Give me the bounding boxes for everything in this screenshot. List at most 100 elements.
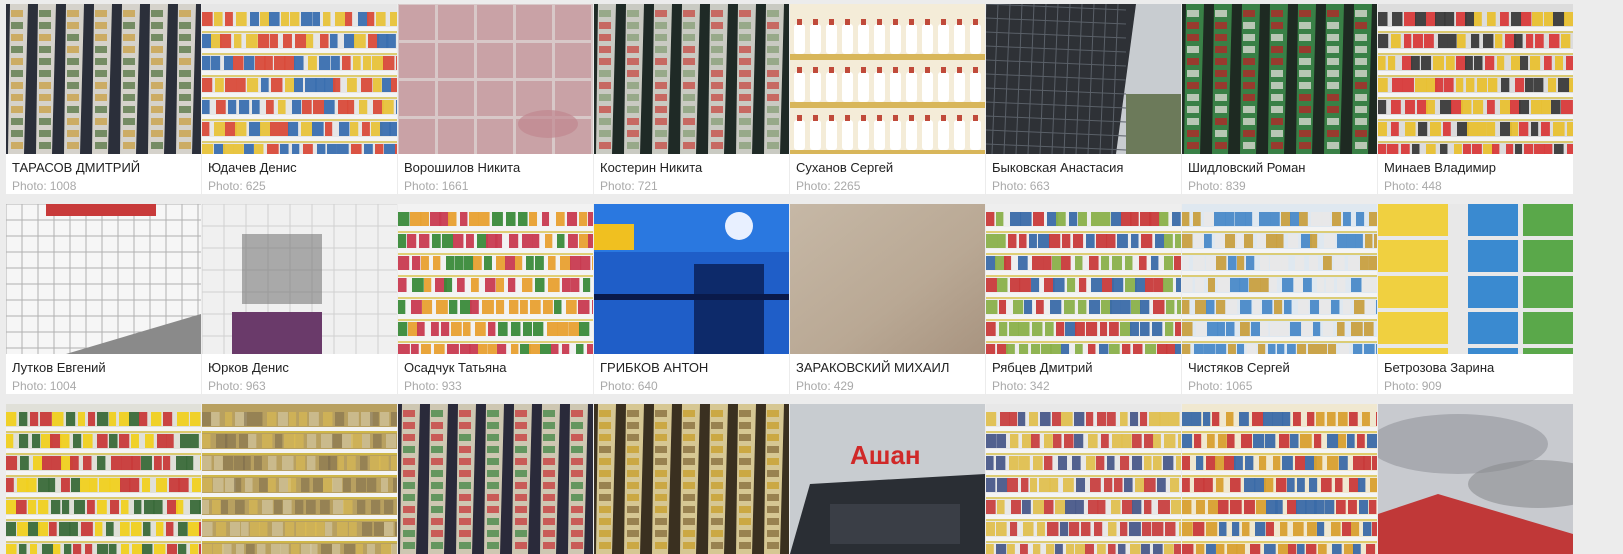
photo-count: Photo: 1065 xyxy=(1182,376,1377,394)
photo-thumbnail[interactable] xyxy=(986,4,1181,154)
photo-thumbnail[interactable] xyxy=(594,4,789,154)
photo-count-value: 2265 xyxy=(833,179,861,193)
photographer-name[interactable]: Ворошилов Никита xyxy=(398,154,593,176)
photo-count: Photo: 1661 xyxy=(398,176,593,194)
photographer-name[interactable]: Костерин Никита xyxy=(594,154,789,176)
photo-count: Photo: 342 xyxy=(986,376,1181,394)
photo-card[interactable] xyxy=(986,404,1181,554)
photo-thumbnail[interactable] xyxy=(1182,204,1377,354)
photo-thumbnail[interactable] xyxy=(202,204,397,354)
photo-thumbnail[interactable] xyxy=(6,4,201,154)
photo-card[interactable]: Минаев Владимир Photo: 448 xyxy=(1378,4,1573,194)
photo-count-value: 625 xyxy=(245,179,266,193)
photo-count: Photo: 625 xyxy=(202,176,397,194)
photo-thumbnail[interactable] xyxy=(6,404,201,554)
photographer-name[interactable]: Осадчук Татьяна xyxy=(398,354,593,376)
photo-count: Photo: 909 xyxy=(1378,376,1573,394)
photographer-name[interactable]: Минаев Владимир xyxy=(1378,154,1573,176)
photo-count: Photo: 839 xyxy=(1182,176,1377,194)
photo-thumbnail[interactable] xyxy=(398,4,593,154)
photo-count: Photo: 721 xyxy=(594,176,789,194)
photo-card[interactable] xyxy=(594,404,789,554)
photo-count: Photo: 1008 xyxy=(6,176,201,194)
photographer-name[interactable]: ЗАРАКОВСКИЙ МИХАИЛ xyxy=(790,354,985,376)
photo-thumbnail[interactable] xyxy=(790,204,985,354)
photo-count-value: 933 xyxy=(441,379,462,393)
photographer-name[interactable]: Быковская Анастасия xyxy=(986,154,1181,176)
photographer-name[interactable]: Юдачев Денис xyxy=(202,154,397,176)
photo-card[interactable]: Рябцев Дмитрий Photo: 342 xyxy=(986,204,1181,394)
photo-card[interactable] xyxy=(6,404,201,554)
photo-thumbnail[interactable] xyxy=(986,204,1181,354)
photographer-name[interactable]: ГРИБКОВ АНТОН xyxy=(594,354,789,376)
photo-thumbnail[interactable] xyxy=(1378,404,1573,554)
photo-count-label: Photo: xyxy=(208,379,243,393)
photo-count-label: Photo: xyxy=(796,179,831,193)
photo-count: Photo: 640 xyxy=(594,376,789,394)
photo-card[interactable]: Ворошилов Никита Photo: 1661 xyxy=(398,4,593,194)
photo-card[interactable]: Костерин Никита Photo: 721 xyxy=(594,4,789,194)
photo-count-label: Photo: xyxy=(600,179,635,193)
photo-card[interactable]: Бетрозова Зарина Photo: 909 xyxy=(1378,204,1573,394)
photo-card[interactable] xyxy=(1182,404,1377,554)
photographer-name[interactable]: Бетрозова Зарина xyxy=(1378,354,1573,376)
photo-count: Photo: 2265 xyxy=(790,176,985,194)
photographer-name[interactable]: Юрков Денис xyxy=(202,354,397,376)
photo-card[interactable]: Быковская Анастасия Photo: 663 xyxy=(986,4,1181,194)
photo-thumbnail[interactable] xyxy=(202,4,397,154)
photo-card[interactable]: ТАРАСОВ ДМИТРИЙ Photo: 1008 xyxy=(6,4,201,194)
photo-card[interactable]: Юрков Денис Photo: 963 xyxy=(202,204,397,394)
photographer-name[interactable]: Лутков Евгений xyxy=(6,354,201,376)
photo-card[interactable]: ГРИБКОВ АНТОН Photo: 640 xyxy=(594,204,789,394)
photo-count-value: 839 xyxy=(1225,179,1246,193)
photo-card[interactable] xyxy=(1378,404,1573,554)
photo-thumbnail[interactable] xyxy=(1182,404,1377,554)
photo-count-value: 448 xyxy=(1421,179,1442,193)
photo-card[interactable]: Юдачев Денис Photo: 625 xyxy=(202,4,397,194)
photo-thumbnail[interactable] xyxy=(1378,4,1573,154)
photographer-name[interactable]: Шидловский Роман xyxy=(1182,154,1377,176)
photo-count-value: 1065 xyxy=(1225,379,1253,393)
photo-count-value: 909 xyxy=(1421,379,1442,393)
photo-thumbnail[interactable]: Ашан xyxy=(790,404,985,554)
photo-count-value: 1008 xyxy=(49,179,77,193)
photo-count-label: Photo: xyxy=(1188,179,1223,193)
photo-card[interactable]: Шидловский Роман Photo: 839 xyxy=(1182,4,1377,194)
photo-count: Photo: 933 xyxy=(398,376,593,394)
photo-thumbnail[interactable] xyxy=(790,4,985,154)
photo-count: Photo: 663 xyxy=(986,176,1181,194)
photo-count-label: Photo: xyxy=(208,179,243,193)
photo-count-value: 1661 xyxy=(441,179,469,193)
photo-card[interactable] xyxy=(202,404,397,554)
photo-count-value: 429 xyxy=(833,379,854,393)
photographer-name[interactable]: Чистяков Сергей xyxy=(1182,354,1377,376)
photographer-name[interactable]: Рябцев Дмитрий xyxy=(986,354,1181,376)
photo-count-label: Photo: xyxy=(1384,379,1419,393)
photo-card[interactable]: ЗАРАКОВСКИЙ МИХАИЛ Photo: 429 xyxy=(790,204,985,394)
photo-count-label: Photo: xyxy=(600,379,635,393)
photo-card[interactable]: Суханов Сергей Photo: 2265 xyxy=(790,4,985,194)
photo-card[interactable] xyxy=(398,404,593,554)
photo-count-value: 663 xyxy=(1029,179,1050,193)
photo-grid: ТАРАСОВ ДМИТРИЙ Photo: 1008 Юдачев Денис Pho… xyxy=(0,0,1623,554)
photo-count-label: Photo: xyxy=(12,179,47,193)
photo-thumbnail[interactable] xyxy=(986,404,1181,554)
photographer-name[interactable]: ТАРАСОВ ДМИТРИЙ xyxy=(6,154,201,176)
photo-card[interactable]: Ашан xyxy=(790,404,985,554)
photo-thumbnail[interactable] xyxy=(6,204,201,354)
photo-count-value: 342 xyxy=(1029,379,1050,393)
photo-card[interactable]: Чистяков Сергей Photo: 1065 xyxy=(1182,204,1377,394)
photo-thumbnail[interactable] xyxy=(202,404,397,554)
photo-thumbnail[interactable] xyxy=(398,404,593,554)
photo-thumbnail[interactable] xyxy=(1182,4,1377,154)
photo-count: Photo: 963 xyxy=(202,376,397,394)
photo-thumbnail[interactable] xyxy=(594,204,789,354)
photo-thumbnail[interactable] xyxy=(594,404,789,554)
photo-card[interactable]: Осадчук Татьяна Photo: 933 xyxy=(398,204,593,394)
photo-card[interactable]: Лутков Евгений Photo: 1004 xyxy=(6,204,201,394)
photo-count-label: Photo: xyxy=(404,379,439,393)
photo-thumbnail[interactable] xyxy=(398,204,593,354)
photographer-name[interactable]: Суханов Сергей xyxy=(790,154,985,176)
photo-thumbnail[interactable] xyxy=(1378,204,1573,354)
photo-count: Photo: 1004 xyxy=(6,376,201,394)
